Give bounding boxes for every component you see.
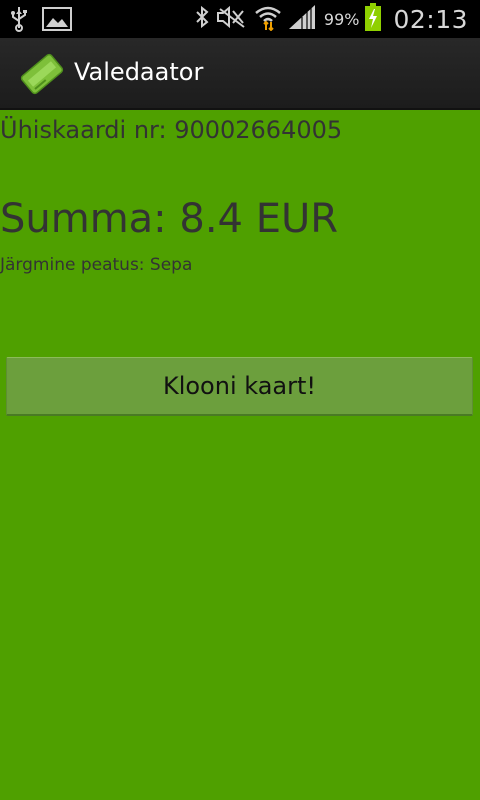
next-stop-label: Järgmine peatus: Sepa xyxy=(0,255,193,275)
clone-card-button[interactable]: Klooni kaart! xyxy=(6,357,473,416)
bluetooth-icon xyxy=(194,5,210,33)
status-bar: 99% 02:13 xyxy=(0,0,480,38)
image-icon xyxy=(42,7,72,35)
card-number-label: Ühiskaardi nr: 90002664005 xyxy=(0,116,343,144)
app-title: Valedaator xyxy=(74,58,204,86)
usb-icon xyxy=(10,6,28,36)
clock: 02:13 xyxy=(393,4,468,34)
battery-percentage: 99% xyxy=(323,9,360,29)
sum-label: Summa: 8.4 EUR xyxy=(0,196,339,242)
system-icons: 99% 02:13 xyxy=(194,3,468,35)
card-icon xyxy=(18,50,66,98)
battery-charging-icon xyxy=(365,3,382,35)
action-bar: Valedaator xyxy=(0,38,480,110)
signal-icon xyxy=(288,4,316,34)
wifi-icon xyxy=(254,3,282,35)
notification-icons xyxy=(10,6,72,36)
mute-icon xyxy=(216,5,248,33)
